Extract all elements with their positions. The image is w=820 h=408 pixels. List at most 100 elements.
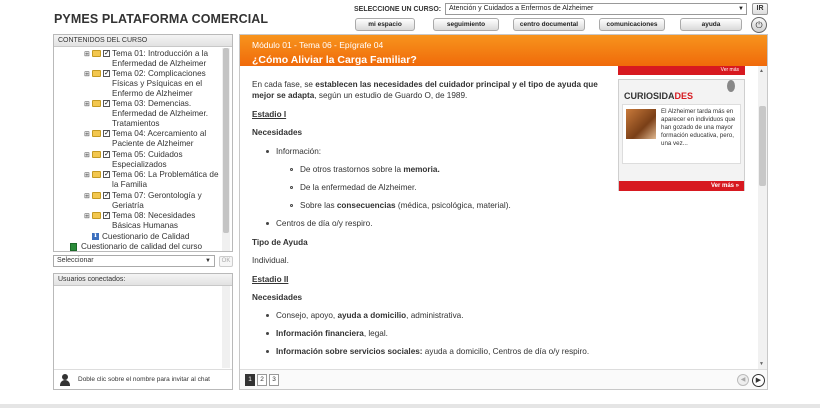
expand-icon[interactable]: ⊞ xyxy=(84,130,90,140)
chevron-down-icon: ▼ xyxy=(738,6,744,12)
section-select-value: Seleccionar xyxy=(57,257,94,264)
expand-icon[interactable]: ⊞ xyxy=(84,171,90,181)
expand-icon[interactable]: ⊞ xyxy=(84,50,90,60)
tree-item-label: Cuestionario de Calidad xyxy=(102,232,190,241)
page-2-button[interactable]: 2 xyxy=(257,374,267,386)
nav-mi-espacio-button[interactable]: mi espacio xyxy=(355,18,415,31)
document-icon xyxy=(70,243,77,251)
expand-icon[interactable]: ⊞ xyxy=(84,70,90,80)
users-scrollbar[interactable] xyxy=(222,286,230,368)
users-hint-text: Doble clic sobre el nombre para invitar … xyxy=(78,376,210,383)
individual-text: Individual. xyxy=(252,256,289,265)
checkbox-icon: ✓ xyxy=(103,212,110,219)
tree-scrollbar-thumb[interactable] xyxy=(223,48,229,233)
checkbox-icon: ✓ xyxy=(103,151,110,158)
checkbox-icon: ✓ xyxy=(103,130,110,137)
curiosidades-widget: CURIOSIDADES El Alzheimer tarda más en a… xyxy=(618,79,745,191)
info-item: Información: xyxy=(276,147,322,156)
section-select[interactable]: Seleccionar ▼ xyxy=(53,255,215,267)
course-select-value: Atención y Cuidados a Enfermos de Alzhei… xyxy=(449,5,594,12)
lesson-content: En cada fase, se establecen las necesida… xyxy=(252,67,612,367)
pin-icon xyxy=(727,80,735,92)
day-centers-item: Centros de día o/y respiro. xyxy=(276,219,373,228)
needs-heading: Necesidades xyxy=(252,128,303,137)
previous-page-icon[interactable]: ◀ xyxy=(737,374,749,386)
checkbox-icon: ✓ xyxy=(103,192,110,199)
checkbox-icon: ✓ xyxy=(103,171,110,178)
course-contents-title: CONTENIDOS DEL CURSO xyxy=(54,35,232,47)
go-button[interactable]: IR xyxy=(752,3,768,15)
lesson-header: Módulo 01 - Tema 06 - Epígrafe 04 ¿Cómo … xyxy=(240,35,767,66)
document-icon: ℹ xyxy=(92,232,99,240)
sub-item-consequences: Sobre las consecuencias (médica, psicoló… xyxy=(300,201,511,210)
tree-item-label: Cuestionario de calidad del curso xyxy=(81,242,203,251)
scroll-up-icon[interactable]: ▲ xyxy=(759,68,764,74)
page-3-button[interactable]: 3 xyxy=(269,374,279,386)
nav-comunicaciones-button[interactable]: comunicaciones xyxy=(599,18,665,31)
lesson-panel: Módulo 01 - Tema 06 - Epígrafe 04 ¿Cómo … xyxy=(239,34,768,390)
connected-users-list[interactable] xyxy=(54,286,220,368)
expand-icon[interactable]: ⊞ xyxy=(84,100,90,110)
course-select[interactable]: Atención y Cuidados a Enfermos de Alzhei… xyxy=(445,3,747,15)
bullet-icon xyxy=(290,168,293,171)
tree-item-label: Tema 06: La Problemática de la Familia xyxy=(112,170,219,189)
nav-centro-documental-button[interactable]: centro documental xyxy=(513,18,585,31)
stage-1-heading: Estadio I xyxy=(252,110,287,119)
power-icon[interactable]: ⏻ xyxy=(751,17,767,33)
folder-icon xyxy=(92,100,101,107)
next-page-icon[interactable]: ▶ xyxy=(752,374,765,387)
widget-top-more[interactable]: Ver más xyxy=(618,66,745,75)
nav-seguimiento-button[interactable]: seguimiento xyxy=(433,18,499,31)
bullet-icon xyxy=(266,150,269,153)
folder-icon xyxy=(92,192,101,199)
checkbox-icon: ✓ xyxy=(103,50,110,57)
chevron-down-icon: ▼ xyxy=(205,258,211,264)
folder-icon xyxy=(92,50,101,57)
tree-item-label: Tema 05: Cuidados Especializados xyxy=(112,150,183,169)
tree-item-label: Tema 07: Gerontología y Geriatría xyxy=(112,191,202,210)
needs-2-heading: Necesidades xyxy=(252,293,303,302)
stage-2-heading: Estadio II xyxy=(252,275,289,284)
bullet-icon xyxy=(266,350,269,353)
intro-paragraph: En cada fase, se establecen las necesida… xyxy=(252,80,598,100)
widget-card: El Alzheimer tarda más en aparecer en in… xyxy=(622,104,741,164)
widget-more-link[interactable]: Ver más » xyxy=(619,181,744,191)
tree-scrollbar[interactable] xyxy=(222,48,230,251)
ok-button[interactable]: OK xyxy=(219,256,233,267)
app-window: PYMES PLATAFORMA COMERCIAL SELECCIONE UN… xyxy=(0,0,820,408)
folder-icon xyxy=(92,212,101,219)
social-services-item: Información sobre servicios sociales: ay… xyxy=(276,347,590,356)
page-title: ¿Cómo Aliviar la Carga Familiar? xyxy=(252,54,417,66)
footer-divider xyxy=(0,404,820,408)
tree-item-label: Tema 04: Acercamiento al Paciente de Alz… xyxy=(112,129,207,148)
expand-icon[interactable]: ⊞ xyxy=(84,151,90,161)
content-scrollbar[interactable]: ▲ ▼ xyxy=(758,66,767,369)
breadcrumb: Módulo 01 - Tema 06 - Epígrafe 04 xyxy=(252,40,384,50)
expand-icon[interactable]: ⊞ xyxy=(84,192,90,202)
connected-users-title: Usuarios conectados: xyxy=(54,274,232,286)
bullet-icon xyxy=(290,186,293,189)
tree-item-label: Tema 02: Complicaciones Físicas y Psíqui… xyxy=(112,69,206,98)
widget-text: El Alzheimer tarda más en aparecer en in… xyxy=(661,108,736,147)
book-image xyxy=(626,109,656,139)
advice-item: Consejo, apoyo, ayuda a domicilio, admin… xyxy=(276,311,464,320)
checkbox-icon: ✓ xyxy=(103,100,110,107)
folder-icon xyxy=(92,130,101,137)
nav-ayuda-button[interactable]: ayuda xyxy=(680,18,742,31)
bullet-icon xyxy=(266,222,269,225)
tree-item-label: Tema 03: Demencias. Enfermedad de Alzhei… xyxy=(112,99,209,128)
sub-item-alzheimer: De la enfermedad de Alzheimer. xyxy=(300,183,417,192)
bullet-icon xyxy=(290,204,293,207)
course-tree: ⊞ ✓ Tema 01: Introducción a la Enfermeda… xyxy=(54,48,222,251)
expand-icon[interactable]: ⊞ xyxy=(84,212,90,222)
lesson-footer: 1 2 3 ◀ ▶ xyxy=(240,369,767,389)
tree-item-label: Tema 08: Necesidades Básicas Humanas xyxy=(112,211,196,230)
connected-users-panel: Usuarios conectados: Doble clic sobre el… xyxy=(53,273,233,390)
content-scrollbar-thumb[interactable] xyxy=(759,106,766,186)
scroll-down-icon[interactable]: ▼ xyxy=(759,361,764,367)
users-hint: Doble clic sobre el nombre para invitar … xyxy=(54,369,232,389)
folder-icon xyxy=(92,171,101,178)
brand-title: PYMES PLATAFORMA COMERCIAL xyxy=(54,12,269,26)
bullet-icon xyxy=(266,332,269,335)
page-1-button[interactable]: 1 xyxy=(245,374,255,386)
